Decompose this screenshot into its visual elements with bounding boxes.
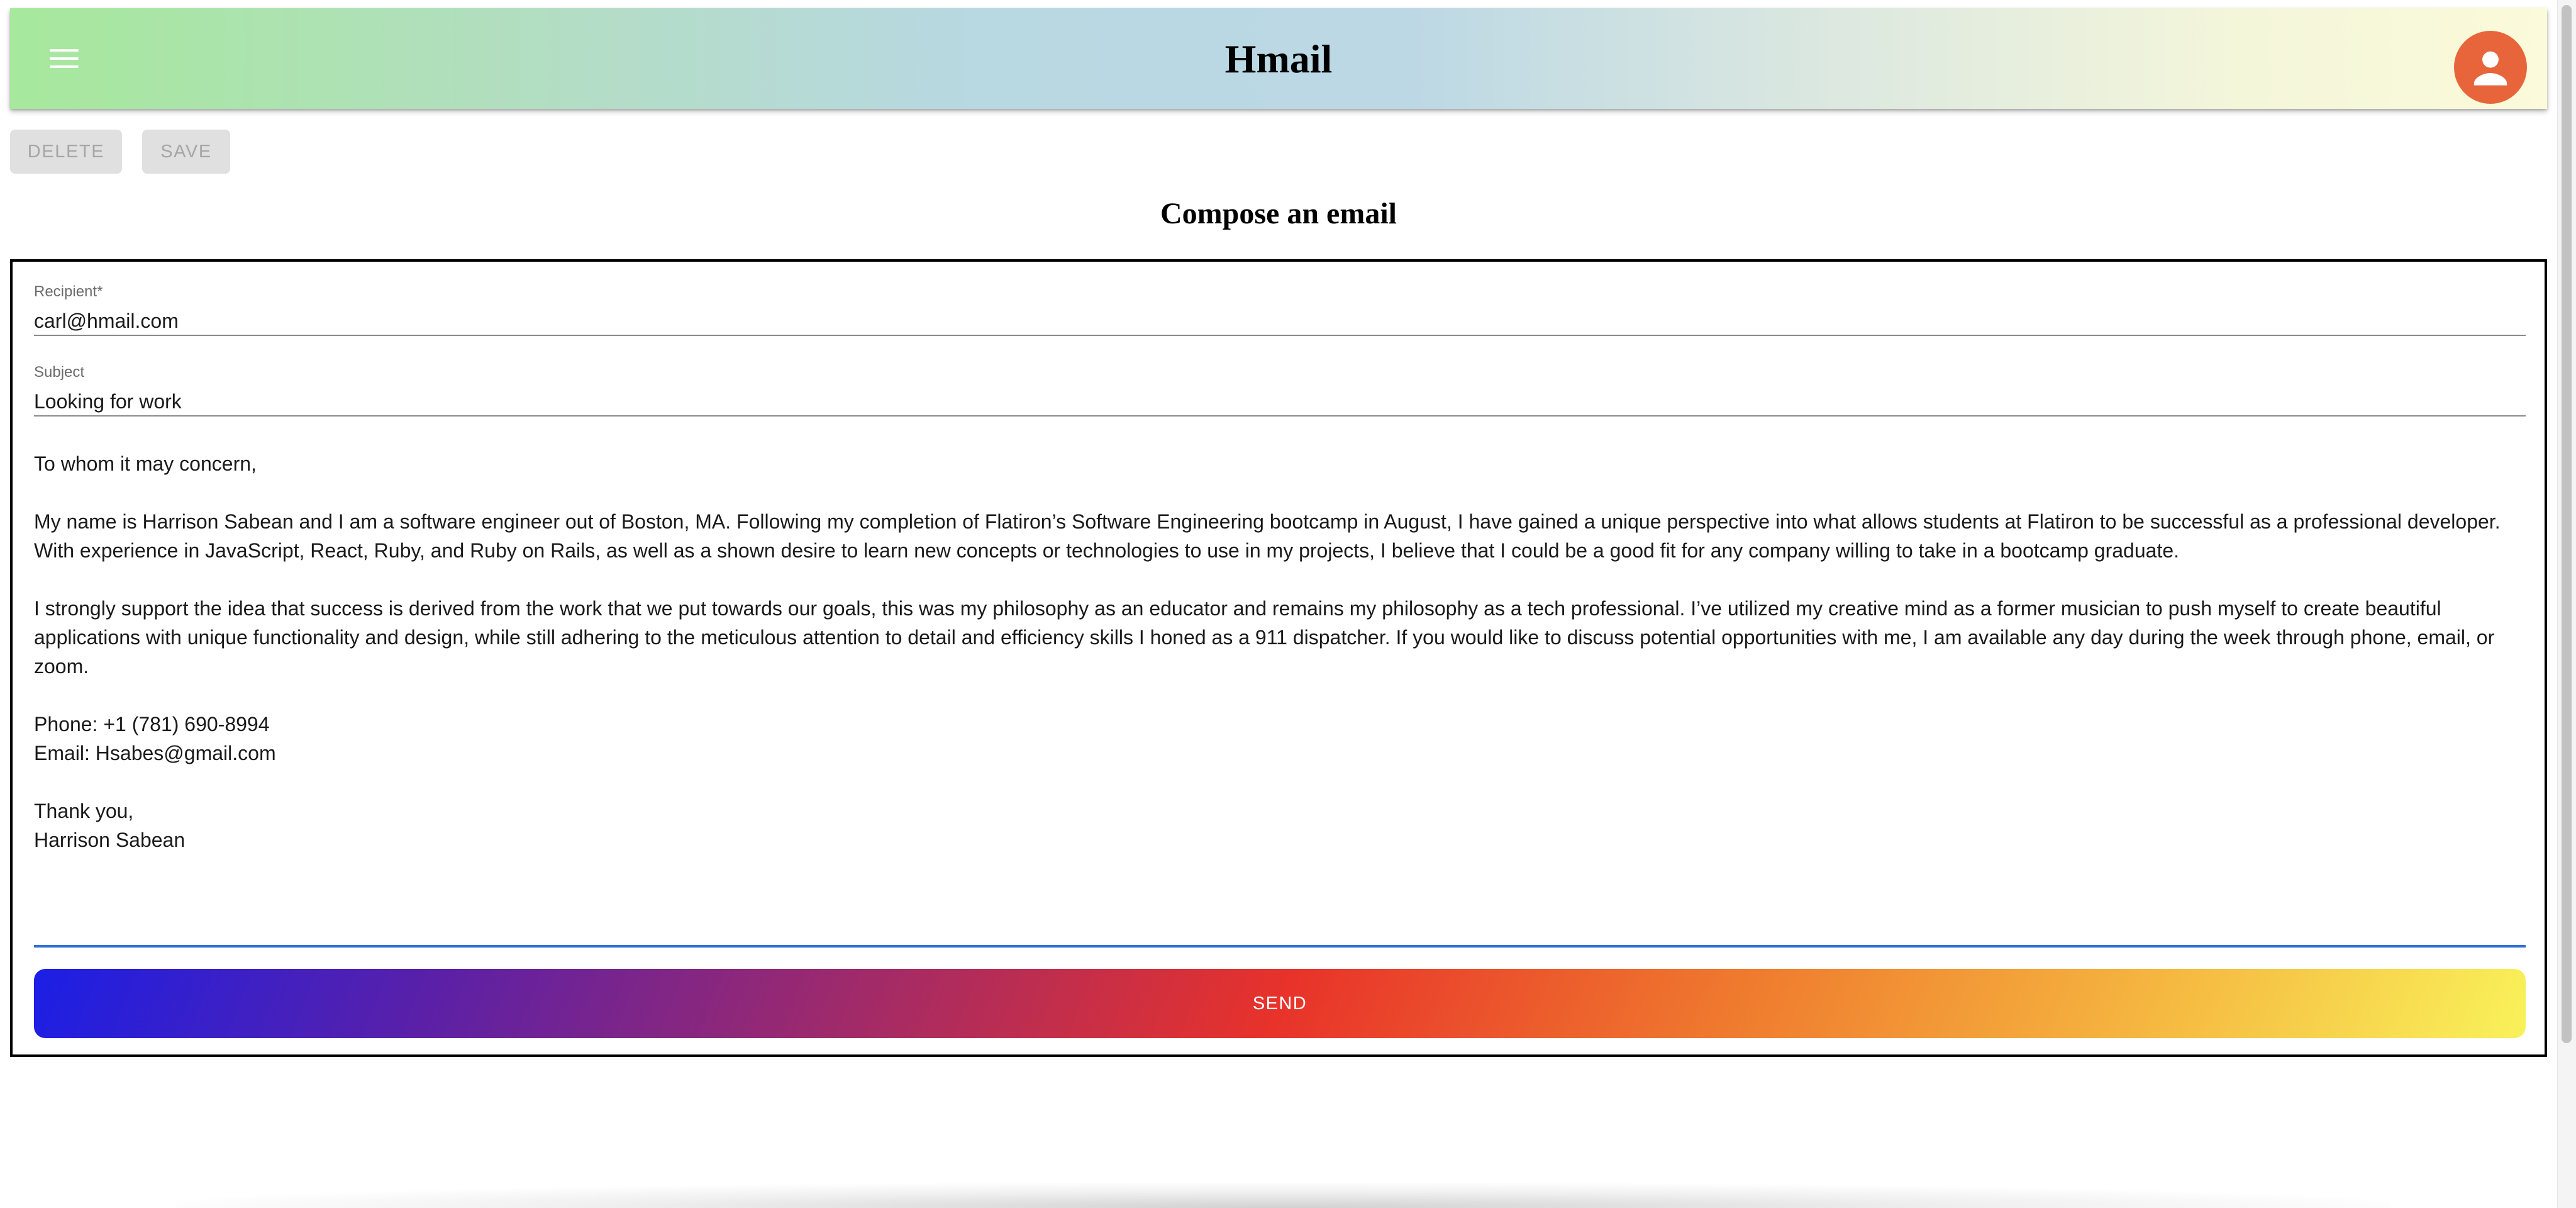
page-title: Compose an email bbox=[1160, 197, 1397, 230]
recipient-input[interactable] bbox=[34, 307, 2526, 335]
bottom-shadow bbox=[176, 1183, 2390, 1208]
app-bar: Hmail bbox=[10, 8, 2547, 109]
account-avatar-button[interactable] bbox=[2454, 31, 2527, 104]
recipient-underline bbox=[34, 335, 2526, 336]
app-title: Hmail bbox=[1224, 36, 1333, 81]
scrollbar-thumb[interactable] bbox=[2562, 5, 2572, 1043]
compose-form: Recipient* Subject To whom it may concer… bbox=[10, 259, 2547, 1057]
recipient-label: Recipient* bbox=[34, 283, 103, 300]
subject-label: Subject bbox=[34, 364, 85, 381]
delete-button[interactable]: DELETE bbox=[10, 130, 122, 174]
message-body-focus-underline bbox=[34, 945, 2526, 948]
subject-underline bbox=[34, 415, 2526, 417]
subject-input[interactable] bbox=[34, 388, 2526, 415]
send-button[interactable]: SEND bbox=[34, 969, 2526, 1038]
message-body-textarea[interactable]: To whom it may concern, My name is Harri… bbox=[34, 449, 2526, 940]
recipient-field: Recipient* bbox=[34, 283, 2526, 336]
account-circle-icon bbox=[2473, 51, 2507, 86]
save-button[interactable]: SAVE bbox=[142, 130, 230, 174]
required-marker: * bbox=[97, 283, 103, 300]
subject-field: Subject bbox=[34, 364, 2526, 417]
